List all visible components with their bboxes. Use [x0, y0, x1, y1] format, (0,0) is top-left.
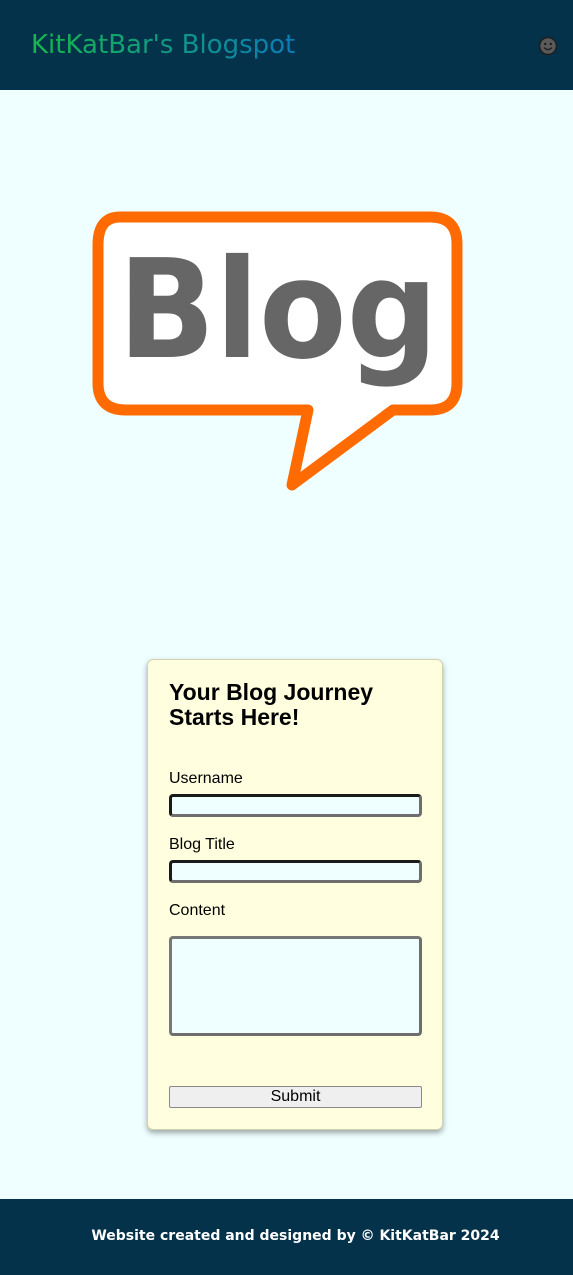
submit-button[interactable]: Submit	[169, 1086, 422, 1108]
content-label: Content	[169, 902, 226, 919]
site-header: KitKatBar's Blogspot	[0, 0, 573, 90]
smiley-face-icon[interactable]	[537, 35, 559, 57]
blog-logo-text: Blog	[118, 231, 438, 390]
username-label: Username	[169, 770, 243, 787]
footer-credit: Website created and designed by © KitKat…	[91, 1228, 500, 1244]
blog-title-label: Blog Title	[169, 836, 235, 853]
content-textarea[interactable]	[169, 936, 422, 1036]
site-footer: Website created and designed by © KitKat…	[0, 1199, 573, 1275]
site-title[interactable]: KitKatBar's Blogspot	[31, 27, 295, 63]
new-post-form: Your Blog Journey Starts Here! Username …	[147, 659, 443, 1130]
blog-title-input[interactable]	[169, 860, 422, 883]
username-input[interactable]	[169, 794, 422, 817]
form-heading: Your Blog Journey Starts Here!	[169, 679, 374, 730]
blog-logo-image: Blog	[92, 211, 463, 491]
